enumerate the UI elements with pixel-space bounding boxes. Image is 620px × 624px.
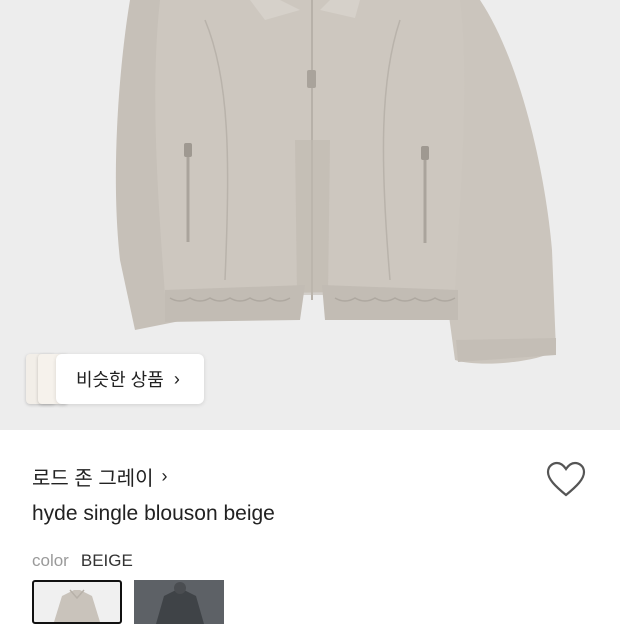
- heart-outline-icon: [546, 461, 586, 497]
- color-value: BEIGE: [80, 551, 133, 570]
- swatch-charcoal-image: [156, 582, 204, 624]
- color-row: color BEIGE: [32, 551, 133, 571]
- swatch-charcoal[interactable]: [134, 580, 224, 624]
- wishlist-button[interactable]: [545, 460, 587, 500]
- color-swatches: [32, 580, 236, 624]
- brand-name: 로드 존 그레이: [32, 468, 154, 490]
- color-label: color: [32, 551, 69, 570]
- brand-link[interactable]: 로드 존 그레이 ›: [32, 462, 168, 491]
- chevron-right-icon: ›: [173, 368, 180, 389]
- similar-products-label: 비슷한 상품: [76, 370, 164, 390]
- similar-products-button[interactable]: 비슷한 상품 ›: [56, 354, 204, 404]
- product-name: hyde single blouson beige: [32, 502, 275, 525]
- chevron-right-icon: ›: [161, 466, 168, 486]
- swatch-beige-image: [54, 589, 100, 622]
- product-hero-image[interactable]: 비슷한 상품 ›: [0, 0, 620, 430]
- swatch-beige[interactable]: [32, 580, 122, 624]
- similar-products-chip[interactable]: 비슷한 상품 ›: [26, 354, 204, 404]
